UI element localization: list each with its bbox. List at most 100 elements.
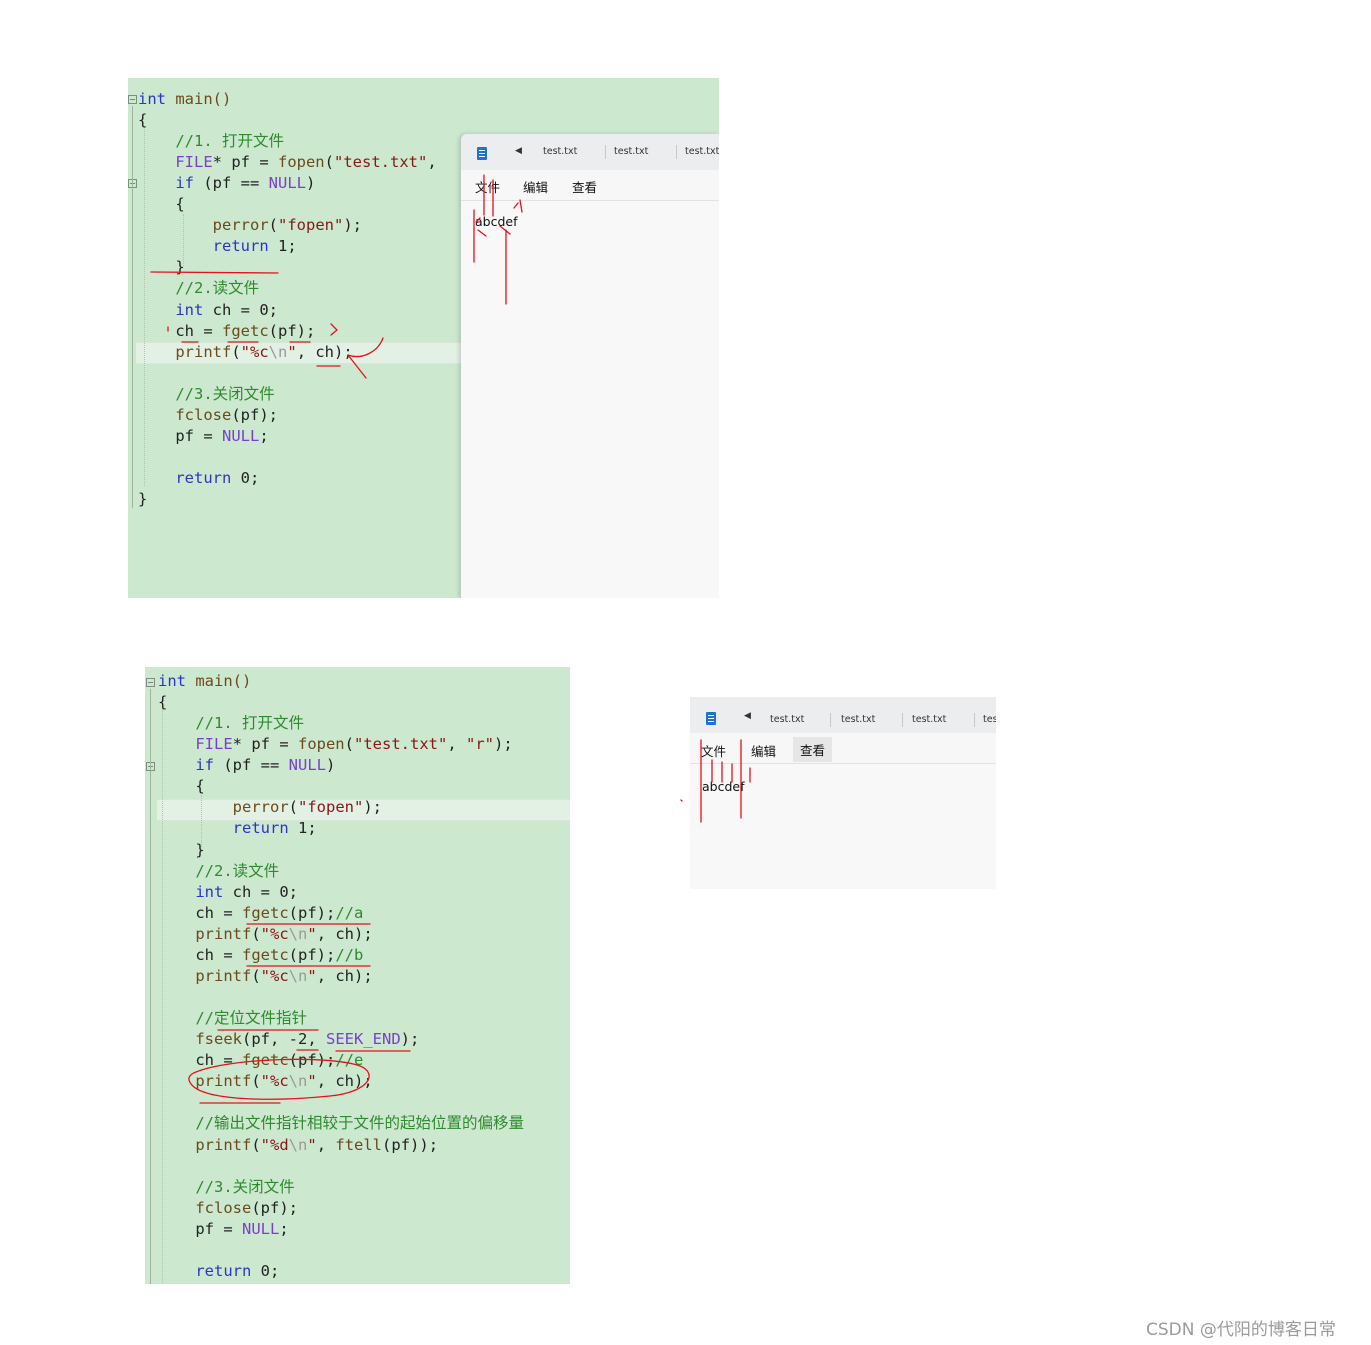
back-arrow-icon[interactable]: ◀ bbox=[744, 711, 751, 721]
back-arrow-icon[interactable]: ◀ bbox=[515, 146, 522, 156]
fold-toggle-icon[interactable]: − bbox=[128, 95, 137, 104]
code-token: FILE bbox=[138, 153, 213, 172]
code-line[interactable]: printf("%c\n", ch); bbox=[158, 924, 372, 945]
code-token: "%d bbox=[260, 1135, 289, 1154]
code-token: , bbox=[316, 1135, 336, 1154]
code-token: //3.关闭文件 bbox=[158, 1177, 295, 1196]
code-line[interactable]: //1. 打开文件 bbox=[158, 713, 304, 734]
code-line[interactable]: ch = fgetc(pf);//a bbox=[158, 903, 363, 924]
code-token: (pf); bbox=[231, 405, 278, 424]
code-line[interactable]: printf("%d\n", ftell(pf)); bbox=[158, 1135, 438, 1156]
code-line[interactable]: //1. 打开文件 bbox=[138, 131, 284, 152]
code-line[interactable]: //定位文件指针 bbox=[158, 1008, 307, 1029]
menu-edit[interactable]: 编辑 bbox=[751, 741, 776, 760]
code-line[interactable]: //2.读文件 bbox=[138, 278, 259, 299]
menu-view[interactable]: 查看 bbox=[572, 177, 597, 196]
code-token: return bbox=[138, 468, 232, 487]
code-line[interactable]: if (pf == NULL) bbox=[158, 755, 335, 776]
code-token: ); bbox=[343, 216, 362, 235]
code-token: int bbox=[138, 90, 166, 108]
code-token: { bbox=[158, 693, 168, 712]
code-token: return bbox=[138, 237, 269, 256]
code-line[interactable]: printf("%c\n", ch); bbox=[158, 966, 372, 987]
code-line[interactable]: pf = NULL; bbox=[138, 426, 269, 447]
code-line[interactable]: return 0; bbox=[138, 468, 259, 489]
tab-divider bbox=[830, 713, 831, 727]
code-token: main() bbox=[166, 90, 232, 108]
notepad-menu-bar: 文件 编辑 查看 bbox=[690, 733, 996, 764]
code-token: fgetc bbox=[242, 1051, 289, 1070]
code-line[interactable]: return 1; bbox=[158, 818, 317, 839]
code-line[interactable]: if (pf == NULL) bbox=[138, 173, 315, 194]
code-token: pf = bbox=[158, 1219, 242, 1238]
code-line[interactable]: ch = fgetc(pf); bbox=[138, 321, 315, 342]
menu-file[interactable]: 文件 bbox=[701, 741, 726, 760]
notepad-tab[interactable]: test.txt bbox=[543, 134, 577, 170]
code-token: NULL bbox=[288, 756, 326, 775]
code-line[interactable]: } bbox=[138, 257, 184, 278]
code-line[interactable]: int main() bbox=[158, 671, 251, 692]
code-token: ( bbox=[251, 1135, 261, 1154]
code-token: FILE bbox=[158, 735, 233, 754]
code-token: (pf); bbox=[288, 945, 336, 964]
code-token: , ch); bbox=[296, 342, 353, 361]
code-line[interactable]: FILE* pf = fopen("test.txt", bbox=[138, 152, 436, 173]
code-token: ( bbox=[231, 342, 241, 361]
fold-toggle-icon[interactable]: − bbox=[146, 678, 155, 687]
menu-view[interactable]: 查看 bbox=[793, 737, 833, 762]
code-token: (pf == bbox=[194, 174, 269, 193]
code-line[interactable]: { bbox=[158, 692, 167, 713]
code-line[interactable]: pf = NULL; bbox=[158, 1219, 288, 1240]
code-line[interactable]: { bbox=[138, 110, 147, 131]
code-token: 1; bbox=[288, 819, 317, 838]
code-line[interactable]: { bbox=[138, 194, 184, 215]
tab-divider bbox=[902, 713, 903, 727]
code-line[interactable]: fclose(pf); bbox=[138, 405, 278, 426]
code-line[interactable]: //输出文件指针相较于文件的起始位置的偏移量 bbox=[158, 1113, 524, 1134]
code-line[interactable]: ch = fgetc(pf);//e bbox=[158, 1050, 363, 1071]
code-line[interactable]: int ch = 0; bbox=[158, 882, 298, 903]
code-token: //3.关闭文件 bbox=[138, 384, 275, 403]
notepad-text-content[interactable]: abcdef bbox=[702, 779, 745, 794]
code-line[interactable]: //3.关闭文件 bbox=[138, 384, 275, 405]
code-token: "fopen" bbox=[298, 798, 364, 817]
code-token: printf bbox=[158, 1072, 252, 1091]
notepad-window-2: ◀ test.txt test.txt test.txt tes 文件 编辑 查… bbox=[690, 697, 996, 889]
code-line[interactable]: return 0; bbox=[158, 1261, 279, 1282]
code-line[interactable]: printf("%c\n", ch); bbox=[138, 342, 353, 363]
code-line[interactable]: perror("fopen"); bbox=[138, 215, 362, 236]
code-line[interactable]: ch = fgetc(pf);//b bbox=[158, 945, 363, 966]
code-line[interactable]: fclose(pf); bbox=[158, 1198, 298, 1219]
code-token: " bbox=[307, 1072, 317, 1091]
code-line[interactable]: int ch = 0; bbox=[138, 300, 278, 321]
code-line[interactable]: } bbox=[158, 840, 205, 861]
code-token: pf = bbox=[138, 426, 222, 445]
code-line[interactable]: return 1; bbox=[138, 236, 297, 257]
notepad-tab[interactable]: test.txt bbox=[614, 134, 648, 170]
menu-edit[interactable]: 编辑 bbox=[523, 177, 548, 196]
code-line[interactable]: //2.读文件 bbox=[158, 861, 279, 882]
code-line[interactable]: printf("%c\n", ch); bbox=[158, 1071, 372, 1092]
code-token: ; bbox=[259, 426, 269, 445]
code-line[interactable]: } bbox=[138, 489, 147, 510]
menu-file[interactable]: 文件 bbox=[475, 177, 500, 196]
code-line[interactable]: { bbox=[158, 776, 204, 797]
code-token: fseek bbox=[158, 1030, 242, 1049]
code-token: //1. 打开文件 bbox=[138, 132, 284, 151]
code-line[interactable]: perror("fopen"); bbox=[158, 797, 382, 818]
notepad-tab[interactable]: test.txt bbox=[685, 134, 719, 170]
code-line[interactable]: int main() bbox=[138, 89, 231, 110]
notepad-text-content[interactable]: abcdef bbox=[475, 214, 518, 229]
code-token: int bbox=[158, 672, 186, 690]
code-line[interactable]: fseek(pf, -2, SEEK_END); bbox=[158, 1029, 419, 1050]
notepad-menu-bar: 文件 编辑 查看 bbox=[461, 170, 719, 201]
code-line[interactable]: //3.关闭文件 bbox=[158, 1177, 295, 1198]
code-token: } bbox=[158, 840, 205, 859]
code-token: fgetc bbox=[242, 903, 289, 922]
notepad-window-1: ◀ test.txt test.txt test.txt 文件 编辑 查看 ab… bbox=[461, 134, 719, 598]
code-line[interactable]: FILE* pf = fopen("test.txt", "r"); bbox=[158, 734, 512, 755]
code-token: \n bbox=[288, 1135, 308, 1154]
code-token: "r" bbox=[466, 735, 494, 754]
code-token: ch = bbox=[158, 903, 242, 922]
code-token: return bbox=[158, 819, 289, 838]
